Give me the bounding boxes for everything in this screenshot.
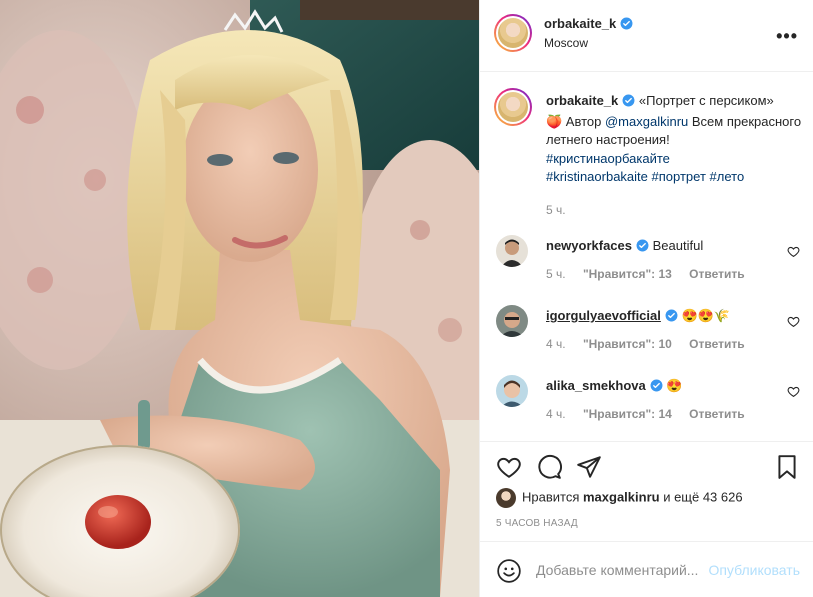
post-details-panel: orbakaite_k Moscow ••• orbakaite_k «Порт… [479,0,813,597]
like-heart-icon[interactable] [496,454,522,483]
emoji-picker-icon[interactable] [496,558,522,587]
author-username[interactable]: orbakaite_k [544,16,616,31]
post-location[interactable]: Moscow [544,36,588,50]
commenter-username[interactable]: igorgulyaevofficial [546,308,661,323]
like-comment-heart-icon[interactable] [787,385,800,401]
comment-time: 4 ч. [546,337,566,351]
commenter-avatar[interactable] [496,235,528,267]
author-avatar[interactable] [494,14,532,52]
reply-button[interactable]: Ответить [689,267,744,281]
caption-avatar[interactable] [494,88,532,126]
save-bookmark-icon[interactable] [774,454,800,483]
caption-time: 5 ч. [546,202,566,217]
commenter-avatar[interactable] [496,375,528,407]
portrait-image [0,0,479,597]
post-header: orbakaite_k Moscow ••• [480,0,813,72]
caption-quote: «Портрет с персиком» [638,93,774,108]
commenter-username[interactable]: alika_smekhova [546,378,646,393]
verified-badge-icon [650,379,663,397]
reply-button[interactable]: Ответить [689,337,744,351]
verified-badge-icon [636,239,649,257]
hashtag-link[interactable]: #кристинаорбакайте [546,151,670,166]
likes-summary: Нравится maxgalkinru и ещё 43 626 [496,488,743,508]
verified-badge-icon [622,94,635,113]
hashtag-link[interactable]: #портрет [652,169,706,184]
reply-button[interactable]: Ответить [689,407,744,421]
like-comment-heart-icon[interactable] [787,315,800,331]
caption-author-prefix: Автор [562,113,605,129]
comment-likes[interactable]: "Нравится": 10 [583,337,672,351]
hashtag-link[interactable]: #kristinaorbakaite [546,169,648,184]
post-photo[interactable] [0,0,479,597]
post-action-bar [480,441,813,491]
verified-badge-icon [620,17,633,33]
share-paper-plane-icon[interactable] [576,454,602,483]
more-options-icon[interactable]: ••• [776,26,798,47]
likes-count[interactable]: и ещё 43 626 [660,489,742,504]
comment-text: 😍😍🌾 [681,308,731,323]
likes-prefix: Нравится [522,489,583,505]
comment-item: igorgulyaevofficial 😍😍🌾 4 ч. "Нравится":… [496,305,800,361]
liker-username[interactable]: maxgalkinru [583,489,660,504]
comment-likes[interactable]: "Нравится": 13 [583,267,672,281]
publish-button[interactable]: Опубликовать [708,562,800,578]
comment-likes[interactable]: "Нравится": 14 [583,407,672,421]
hashtag-link[interactable]: #лето [710,169,745,184]
comment-time: 4 ч. [546,407,566,421]
post-timestamp: 5 ЧАСОВ НАЗАД [496,518,578,529]
verified-badge-icon [665,309,678,327]
liker-avatar[interactable] [496,488,516,508]
mention-link[interactable]: @maxgalkinru [605,114,688,129]
comment-bubble-icon[interactable] [536,454,562,483]
add-comment-bar: Добавьте комментарий... Опубликовать [480,541,813,597]
add-comment-input[interactable]: Добавьте комментарий... [536,562,698,578]
comment-item: alika_smekhova 😍 4 ч. "Нравится": 14 Отв… [496,375,800,431]
comment-text: Beautiful [652,238,704,253]
caption-username[interactable]: orbakaite_k [546,93,618,108]
comment-text: 😍 [666,378,683,393]
commenter-username[interactable]: newyorkfaces [546,238,632,253]
commenter-avatar[interactable] [496,305,528,337]
comment-time: 5 ч. [546,267,566,281]
comment-item: newyorkfaces Beautiful 5 ч. "Нравится": … [496,235,800,291]
peach-emoji: 🍑 [546,113,563,129]
like-comment-heart-icon[interactable] [787,245,800,261]
